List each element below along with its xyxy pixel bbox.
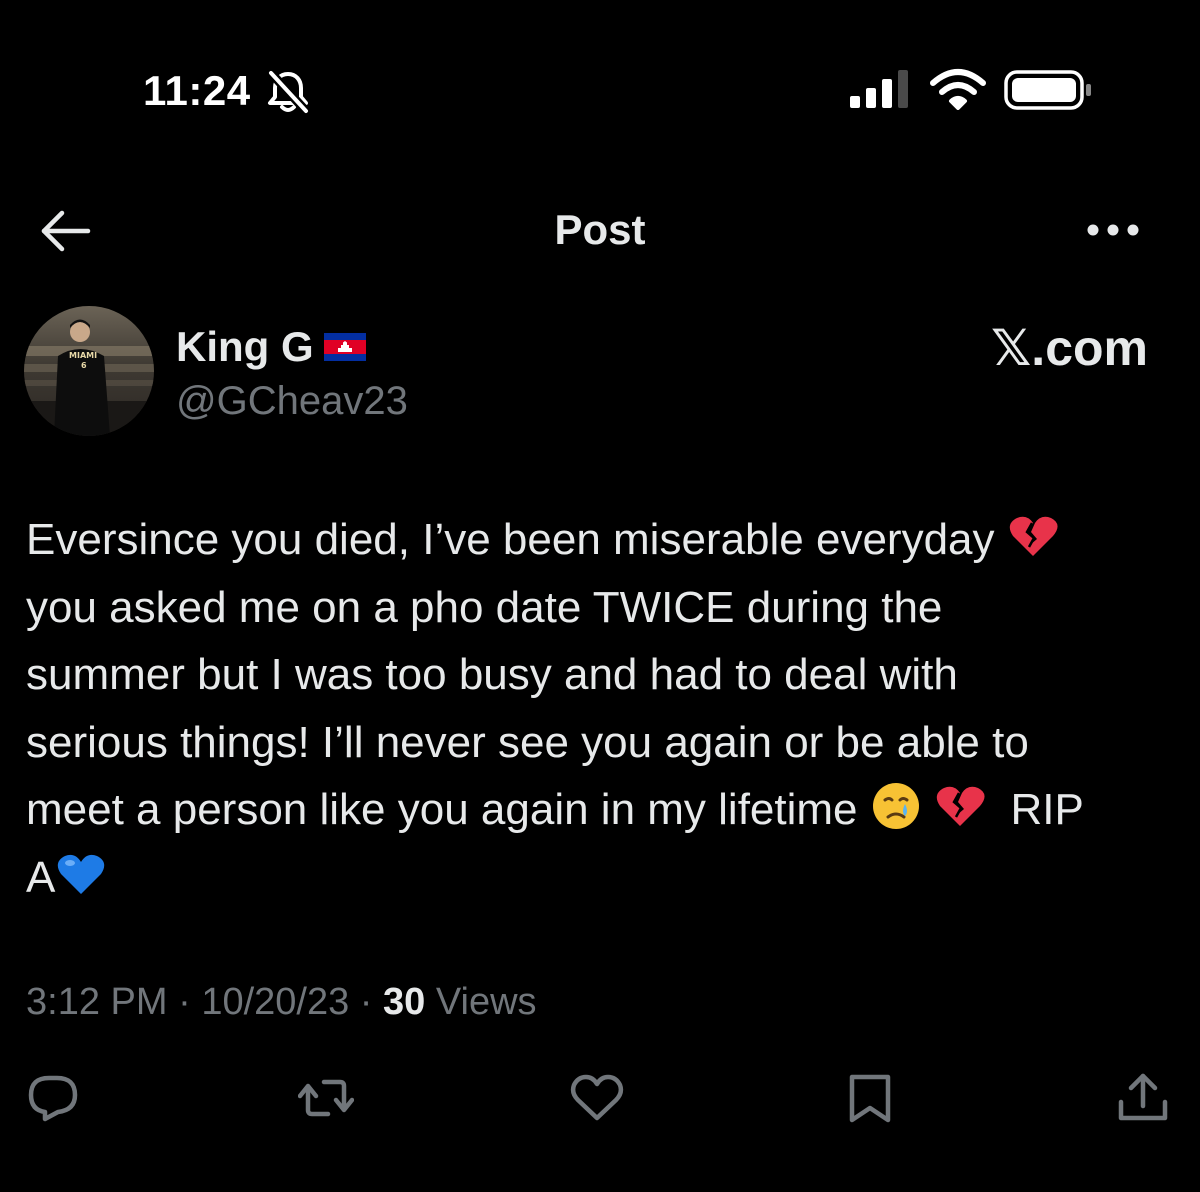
wifi-icon: [930, 69, 986, 110]
post-line: you asked me on a pho date TWICE during …: [26, 582, 943, 632]
battery-icon: [1004, 70, 1091, 110]
svg-text:6: 6: [81, 361, 87, 370]
bookmark-button[interactable]: [842, 1072, 898, 1124]
post-line: meet a person like you again in my lifet…: [26, 785, 858, 834]
page-title: Post: [554, 206, 646, 253]
views-label[interactable]: Views: [436, 981, 537, 1023]
post-line: Eversince you died, I’ve been miserable …: [26, 515, 995, 564]
post-line: A: [26, 852, 56, 902]
post-line: summer but I was too busy and had to dea…: [26, 650, 958, 699]
more-horizontal-icon[interactable]: [1084, 214, 1142, 246]
crying-face-emoji: [870, 780, 922, 832]
status-time: 11:24: [143, 67, 251, 114]
reply-button[interactable]: [25, 1072, 81, 1124]
meta-separator: ·: [359, 981, 373, 1023]
broken-heart-emoji: [934, 780, 986, 832]
post-text: Eversince you died, I’ve been miserable …: [26, 506, 1186, 911]
avatar[interactable]: MIAMI 6: [24, 306, 154, 436]
share-button[interactable]: [1115, 1072, 1171, 1124]
post-screen: 11:24 Post MIAMI 6 King G @GCheav23 𝕏.co…: [0, 0, 1200, 1192]
cambodia-flag-icon: [323, 333, 366, 361]
meta-separator: ·: [178, 981, 191, 1023]
display-name-row[interactable]: King G: [176, 322, 366, 372]
avatar-photo: MIAMI 6: [24, 306, 154, 436]
post-line: serious things! I’ll never see you again…: [26, 717, 1029, 767]
watermark-text: 𝕏.com: [991, 320, 1148, 376]
post-meta: 3:12 PM · 10/20/23 · 30 Views: [26, 978, 537, 1026]
repost-icon: [298, 1079, 354, 1117]
display-name[interactable]: King G: [176, 323, 314, 371]
post-time: 3:12 PM: [26, 981, 168, 1023]
share-icon: [1118, 1073, 1168, 1121]
bell-muted-icon: [267, 70, 310, 114]
like-button[interactable]: [569, 1072, 625, 1124]
repost-button[interactable]: [298, 1072, 354, 1124]
user-handle[interactable]: @GCheav23: [176, 377, 408, 425]
heart-icon: [570, 1074, 624, 1121]
bookmark-icon: [849, 1074, 891, 1123]
views-count[interactable]: 30: [383, 981, 425, 1023]
svg-text:MIAMI: MIAMI: [69, 351, 97, 360]
broken-heart-emoji: [1007, 510, 1059, 562]
post-line: RIP: [1010, 785, 1084, 834]
blue-heart-emoji: [55, 848, 107, 900]
reply-icon: [28, 1075, 78, 1122]
cellular-signal-icon: [850, 70, 908, 108]
post-date: 10/20/23: [201, 981, 350, 1023]
